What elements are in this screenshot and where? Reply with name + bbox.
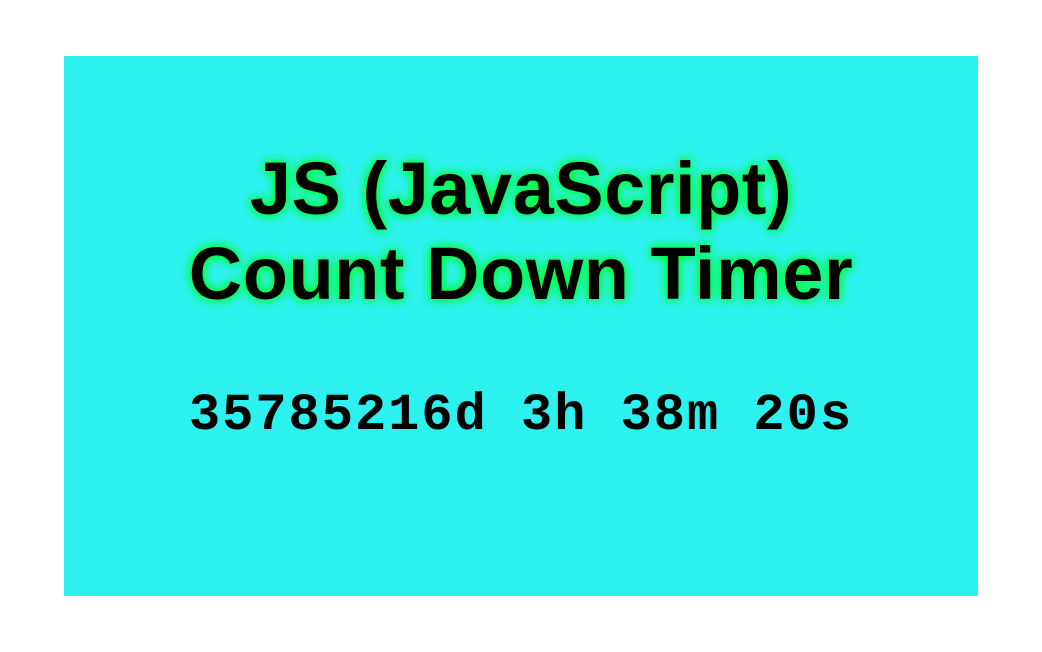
countdown-display: 35785216d 3h 38m 20s [189,386,853,445]
title-line-2: Count Down Timer [189,232,853,315]
page-title: JS (JavaScript) Count Down Timer [189,146,853,316]
title-line-1: JS (JavaScript) [250,147,792,230]
countdown-panel: JS (JavaScript) Count Down Timer 3578521… [64,56,978,596]
